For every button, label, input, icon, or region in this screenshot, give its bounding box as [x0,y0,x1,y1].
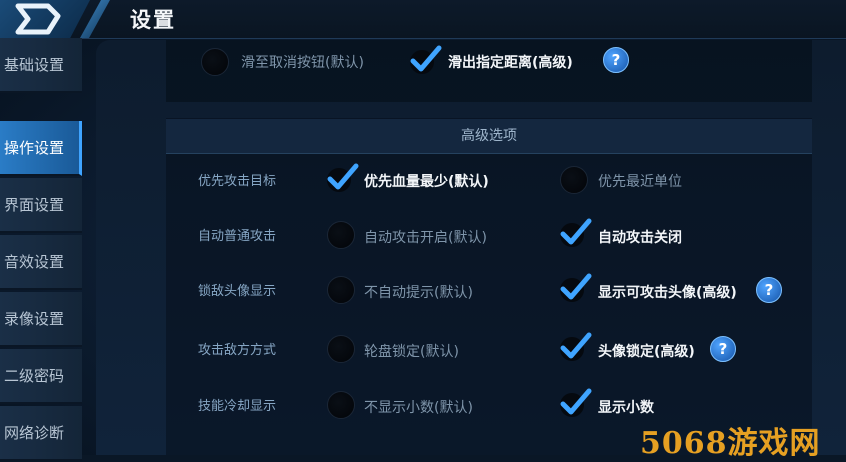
auto-attack-off-radio[interactable] [560,218,592,247]
watermark-digits: 5068 [640,426,728,461]
avatar-lock-label: 头像锁定(高级) [598,344,695,360]
row-label-lock-avatar: 锁敌头像显示 [198,284,277,299]
sidebar-item-controls[interactable]: 操作设置 [0,121,82,176]
slide-cancel-radio[interactable] [201,48,229,76]
row-label-attack-mode: 攻击敌方方式 [198,343,277,358]
slide-cancel-label: 滑至取消按钮(默认) [241,55,364,71]
target-nearest-label: 优先最近单位 [598,174,682,190]
slide-distance-label: 滑出指定距离(高级) [448,55,573,71]
help-icon[interactable]: ? [603,47,629,73]
help-icon[interactable]: ? [710,336,736,362]
no-auto-hint-label: 不自动提示(默认) [364,285,473,301]
no-decimal-label: 不显示小数(默认) [364,400,473,416]
sidebar-item-replay[interactable]: 录像设置 [0,292,82,347]
row-label-target-priority: 优先攻击目标 [198,174,277,189]
show-decimal-label: 显示小数 [598,400,654,416]
check-icon [410,45,442,74]
sidebar-item-password[interactable]: 二级密码 [0,349,82,404]
wheel-lock-radio[interactable] [327,335,355,363]
sidebar-item-basic[interactable]: 基础设置 [0,38,82,93]
check-icon [560,273,592,302]
watermark-logo: 5068游戏网 [640,418,821,462]
show-avatar-radio[interactable] [560,273,592,302]
sidebar-item-interface[interactable]: 界面设置 [0,178,82,233]
sidebar-item-network[interactable]: 网络诊断 [0,406,82,461]
show-avatar-label: 显示可攻击头像(高级) [598,285,737,301]
avatar-lock-radio[interactable] [560,332,592,361]
help-icon[interactable]: ? [756,277,782,303]
no-auto-hint-radio[interactable] [327,276,355,304]
watermark-text: 游戏网 [727,426,821,461]
slide-distance-radio[interactable] [410,45,442,74]
row-label-cooldown: 技能冷却显示 [198,399,277,414]
check-icon [327,163,359,192]
page-title: 设置 [130,8,176,32]
advanced-header: 高级选项 [166,119,812,154]
back-arrow-icon [15,3,61,35]
target-lowest-hp-label: 优先血量最少(默认) [364,174,489,190]
check-icon [560,332,592,361]
check-icon [560,218,592,247]
back-button[interactable] [0,0,90,38]
sidebar: 基础设置 操作设置 界面设置 音效设置 录像设置 二级密码 网络诊断 [0,38,84,461]
auto-attack-on-label: 自动攻击开启(默认) [364,230,487,246]
auto-attack-off-label: 自动攻击关闭 [598,230,682,246]
row-label-auto-attack: 自动普通攻击 [198,229,277,244]
target-nearest-radio[interactable] [560,166,588,194]
check-icon [560,388,592,417]
header-bar: 设置 [0,0,846,39]
auto-attack-on-radio[interactable] [327,221,355,249]
wheel-lock-label: 轮盘锁定(默认) [364,344,459,360]
show-decimal-radio[interactable] [560,388,592,417]
sidebar-item-sound[interactable]: 音效设置 [0,235,82,290]
no-decimal-radio[interactable] [327,391,355,419]
target-lowest-hp-radio[interactable] [327,163,359,192]
